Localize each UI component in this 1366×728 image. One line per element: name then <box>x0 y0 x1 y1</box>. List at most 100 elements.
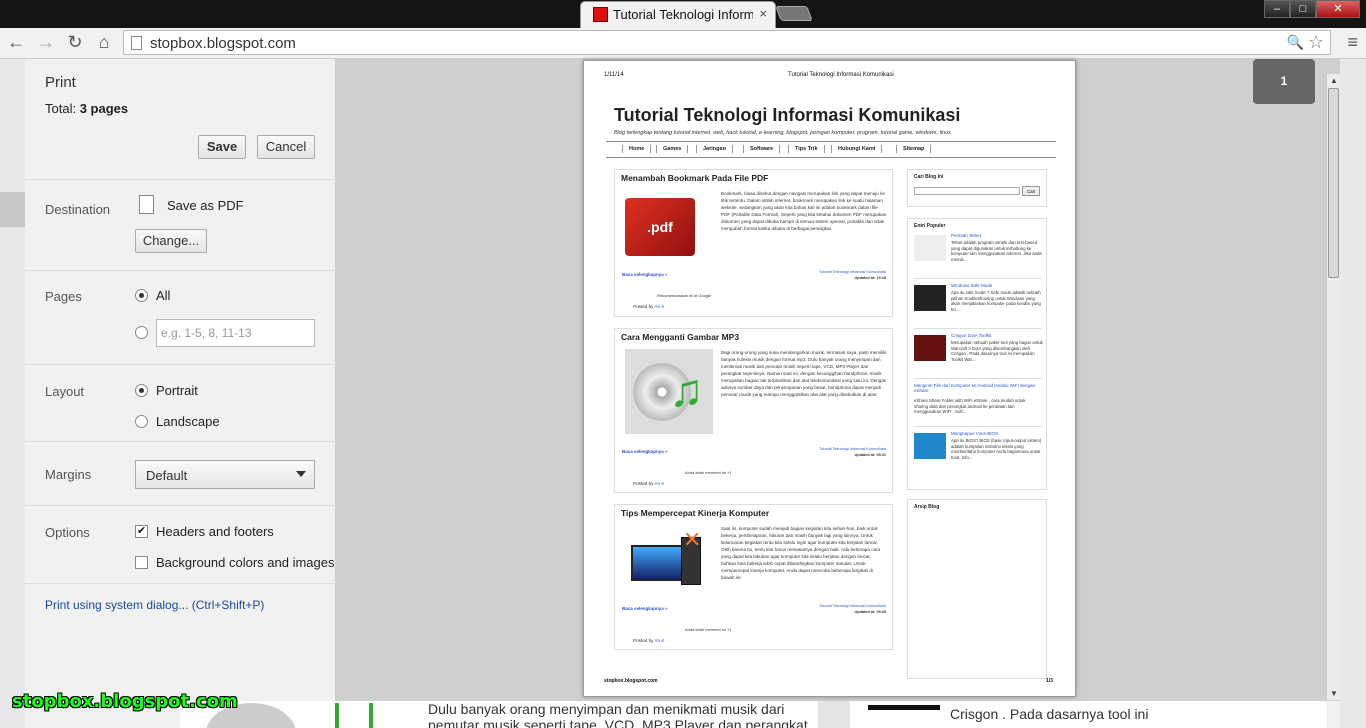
tab-active[interactable]: Tutorial Teknologi Inform × <box>580 1 776 28</box>
new-tab-button[interactable] <box>775 6 813 21</box>
post-title: Menambah Bookmark Pada File PDF <box>621 173 769 183</box>
window-controls: – □ ✕ <box>1264 0 1360 18</box>
popular-item-desc: Telnet adalah program simple dan text-ba… <box>951 240 1042 262</box>
watermark: stopbox.blogspot.com <box>12 691 238 712</box>
url-text[interactable]: stopbox.blogspot.com <box>150 35 296 52</box>
computer-image: ✕ <box>625 523 713 598</box>
blog-search-button: Cari <box>1022 186 1040 196</box>
archive-title: Arsip Blog <box>914 504 940 510</box>
background-graphics-checkbox[interactable] <box>135 556 148 569</box>
popular-item: Menghapus Virus BIOS Apa itu BIOS? BIOS … <box>914 429 1042 477</box>
pages-label: Pages <box>45 289 82 304</box>
nav-item: Hubungi Kami <box>831 145 883 153</box>
reload-icon[interactable]: ↻ <box>64 32 86 53</box>
posted-by: Posted by Ari K <box>633 304 664 309</box>
post-text: Bookmark, biasa disebut dengan navigasi … <box>721 191 887 231</box>
save-button[interactable]: Save <box>198 135 246 159</box>
portrait-label: Portrait <box>156 383 198 398</box>
home-icon[interactable]: ⌂ <box>93 32 115 53</box>
posted-by: Posted by Ari K <box>633 638 664 643</box>
posted-by: Posted by Ari K <box>633 481 664 486</box>
background-graphics-label: Background colors and images <box>156 555 335 570</box>
address-bar[interactable]: stopbox.blogspot.com 🔍 ☆ <box>123 30 1331 55</box>
title-bar: Tutorial Teknologi Inform × – □ ✕ <box>0 0 1366 28</box>
nav-item: Games <box>656 145 689 153</box>
sep2 <box>914 328 1042 329</box>
tab-close-icon[interactable]: × <box>759 6 767 21</box>
landscape-label: Landscape <box>156 414 220 429</box>
sep2 <box>914 426 1042 427</box>
margins-value: Default <box>146 468 188 483</box>
thumbnail <box>914 433 946 459</box>
nav-item: Software <box>743 145 781 153</box>
headers-footers-checkbox[interactable]: ✔ <box>135 525 148 538</box>
recommend-text: Rekomendasikan ini di Google <box>657 293 712 298</box>
cancel-button[interactable]: Cancel <box>257 135 315 159</box>
post-card: Tips Mempercepat Kinerja Komputer ✕ Saat… <box>614 504 893 650</box>
margins-select[interactable]: Default <box>135 460 315 489</box>
grn <box>335 703 373 728</box>
layout-label: Layout <box>45 384 85 399</box>
popular-item-desc: eShare Share Folder with WiFi eShare , c… <box>914 398 1026 414</box>
portrait-radio[interactable] <box>135 384 148 397</box>
close-window-button[interactable]: ✕ <box>1316 0 1360 18</box>
popular-item-desc: Apa itu safe mode ? Safe mode adalah seb… <box>951 290 1041 312</box>
minimize-button[interactable]: – <box>1264 0 1290 18</box>
options-label: Options <box>45 525 90 540</box>
destination-value: Save as PDF <box>167 198 244 213</box>
scroll-thumb[interactable] <box>1328 88 1339 278</box>
back-arrow-icon[interactable]: ← <box>5 32 27 53</box>
popular-item-title: Mengirim File dari Komputer ke Android m… <box>914 383 1036 393</box>
bookmark-star-icon[interactable]: ☆ <box>1308 32 1324 53</box>
nav-item: Jaringan <box>696 145 733 153</box>
popular-item: Windows Safe Mode Apa itu safe mode ? Sa… <box>914 281 1042 329</box>
tool: ✕ <box>683 527 702 552</box>
scroll-down-icon[interactable]: ▼ <box>1330 689 1338 698</box>
post-text: Bagi orang-orang yang suka mendengarkan … <box>721 350 887 397</box>
preview-scrollbar[interactable]: ▲ ▼ <box>1326 74 1340 700</box>
pages-range-input[interactable]: e.g. 1-5, 8, 11-13 <box>156 319 315 347</box>
nav-item: Sitemap <box>896 145 932 153</box>
system-dialog-link[interactable]: Print using system dialog... (Ctrl+Shift… <box>45 598 264 612</box>
forward-arrow-icon[interactable]: → <box>35 32 57 53</box>
archive-widget: Arsip Blog <box>907 499 1047 679</box>
read-more-link: Baca selengkapnya » <box>622 449 668 454</box>
footer-url: stopbox.blogspot.com <box>604 678 658 684</box>
page-right-edge <box>1340 59 1366 728</box>
post-source: Tutorial Teknologi Informasi Komunikasi <box>819 604 886 608</box>
plus-one-text: Anda telah memberi ini +1 <box>685 627 732 632</box>
pdf-file-icon <box>139 195 154 214</box>
thumbnail <box>914 335 946 361</box>
post-author: Ari K <box>654 304 665 309</box>
page-number-badge: 1 <box>1253 59 1315 104</box>
print-title: Print <box>45 74 76 91</box>
chevron-down-icon <box>296 471 306 477</box>
read-more-link: Baca selengkapnya » <box>622 606 668 611</box>
menu-icon[interactable]: ≡ <box>1347 32 1358 53</box>
print-total: Total: 3 pages <box>45 101 128 116</box>
post-text: Saat ini, komputer sudah menjadi bagian … <box>721 526 881 580</box>
landscape-radio[interactable] <box>135 415 148 428</box>
page-band <box>0 192 25 227</box>
print-settings-panel: Print Total: 3 pages Save Cancel Destina… <box>25 59 336 701</box>
sep2 <box>914 278 1042 279</box>
scroll-up-icon[interactable]: ▲ <box>1330 76 1338 85</box>
maximize-button[interactable]: □ <box>1290 0 1316 18</box>
post-source: Tutorial Teknologi Informasi Komunikasi <box>819 270 886 274</box>
post-updated: Updated at: 09.05 <box>854 610 886 614</box>
popular-item-desc: Apa itu BIOS? BIOS (basic input-output s… <box>951 438 1042 460</box>
footer-page-number: 1/3 <box>1046 678 1053 684</box>
popular-item-desc: Merupakan sebuah paket tool yang bagus u… <box>951 340 1043 362</box>
pages-all-label: All <box>156 288 171 303</box>
pages-custom-radio[interactable] <box>135 326 148 339</box>
thumbnail <box>914 235 946 261</box>
underlying-sidebar-text: Crisgon . Pada dasarnya tool ini <box>950 706 1149 722</box>
posted-by-label: Posted by <box>633 481 654 486</box>
change-destination-button[interactable]: Change... <box>135 229 207 253</box>
total-label: Total: <box>45 101 77 116</box>
pages-all-radio[interactable] <box>135 289 148 302</box>
divider <box>25 270 336 271</box>
post-card: Menambah Bookmark Pada File PDF .pdf Boo… <box>614 169 893 317</box>
underlying-sidebar: Crisgon . Pada dasarnya tool ini <box>850 701 1326 728</box>
zoom-icon[interactable]: 🔍 <box>1287 34 1304 51</box>
